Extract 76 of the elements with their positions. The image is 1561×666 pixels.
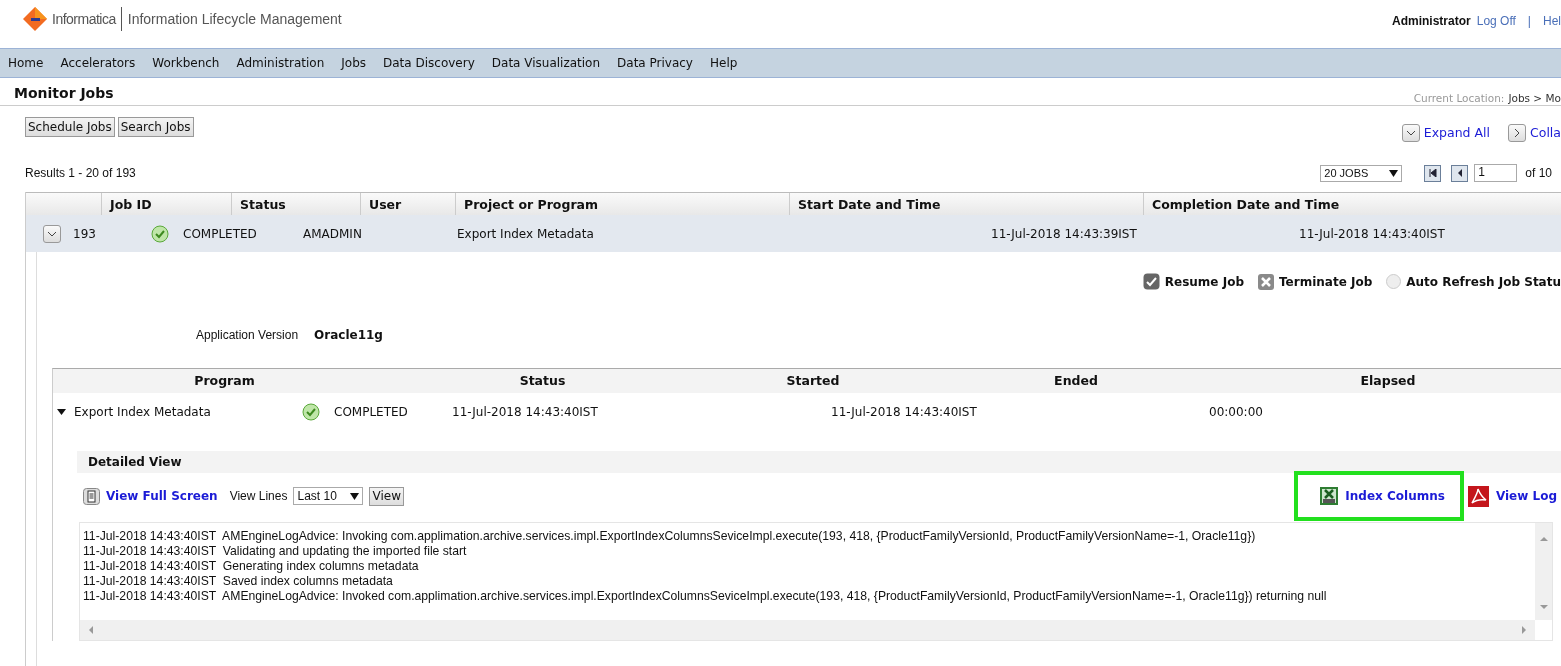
user-name: Administrator xyxy=(1392,14,1471,28)
expand-toggle-icon[interactable] xyxy=(43,224,61,243)
first-page-icon[interactable] xyxy=(1424,164,1442,182)
table-cell-text: COMPLETED xyxy=(183,226,258,241)
log-line: 11-Jul-2018 14:43:40IST Validating and updating the imported file start xyxy=(83,544,467,559)
check-circle-icon xyxy=(302,403,320,421)
view-lines-label: View Lines xyxy=(229,489,288,503)
document-icon[interactable] xyxy=(83,487,100,505)
breadcrumb: Jobs > Mo xyxy=(1508,92,1561,104)
logoff-link[interactable]: Log Off xyxy=(1476,14,1516,28)
location-label: Current Location: xyxy=(1413,92,1505,104)
close-icon[interactable] xyxy=(1258,273,1274,290)
table-cell-text: 11-Jul-2018 14:43:40IST xyxy=(831,405,978,419)
chevron-down-icon[interactable] xyxy=(1401,123,1420,142)
log-line: 11-Jul-2018 14:43:40IST Generating index columns metadata xyxy=(83,559,419,574)
results-summary: Results 1 - 20 of 193 xyxy=(25,166,136,180)
job-row[interactable]: 193 COMPLETED AMADMIN Export Index Metadata 11-Jul-2018 14:43:39IST 11-Jul-2018 14:43:40IST xyxy=(26,215,1561,252)
pdf-icon xyxy=(1467,485,1489,507)
menu-item[interactable]: Jobs xyxy=(341,56,366,70)
toolbar-button[interactable]: Schedule Jobs xyxy=(25,117,115,137)
column-header: Elapsed xyxy=(1359,372,1417,390)
table-cell-text: Export Index Metadata xyxy=(74,405,212,419)
chevron-right-icon[interactable] xyxy=(1508,123,1526,142)
column-header: Status xyxy=(518,372,567,390)
spreadsheet-icon xyxy=(1320,487,1339,505)
expand-all-link[interactable]: Expand All xyxy=(1423,125,1490,140)
application-version-value: Oracle11g xyxy=(314,328,383,342)
dropdown-arrow-icon[interactable] xyxy=(1389,169,1399,177)
collapse-all-link[interactable]: Colla xyxy=(1530,125,1561,140)
column-header: Program xyxy=(193,372,256,390)
help-link[interactable]: Hel xyxy=(1543,14,1561,28)
terminate-job-label[interactable]: Terminate Job xyxy=(1279,274,1373,289)
table-cell-text: 193 xyxy=(73,226,97,241)
log-line: 11-Jul-2018 14:43:40IST AMEngineLogAdvice: Invoked com.applimation.archive.services.impl.ExportIndexColumnsSeviceImpl.execute(193, 418, {ProductFamilyVersionId, ProductFamilyVersionName=-1, Oracle11g}) returning null xyxy=(83,589,1327,604)
table-cell-text: 11-Jul-2018 14:43:40IST xyxy=(452,405,599,419)
menu-item[interactable]: Help xyxy=(709,56,738,70)
menu-item[interactable]: Data Privacy xyxy=(617,56,693,70)
toolbar-button[interactable]: Search Jobs xyxy=(117,117,194,137)
menu-item[interactable]: Data Visualization xyxy=(491,56,601,70)
auto-refresh-label[interactable]: Auto Refresh Job Statu xyxy=(1406,274,1561,289)
check-icon[interactable] xyxy=(1142,273,1160,290)
table-cell-text: 11-Jul-2018 14:43:40IST xyxy=(1299,226,1446,241)
dropdown-arrow-icon[interactable] xyxy=(350,492,360,500)
auto-refresh-radio[interactable] xyxy=(1386,274,1402,289)
table-cell-text: AMADMIN xyxy=(303,226,363,241)
view-button[interactable]: View xyxy=(369,486,404,506)
view-full-screen-link[interactable]: View Full Screen xyxy=(106,489,218,503)
brand-name: Informatica xyxy=(52,7,122,31)
application-version-label: Application Version xyxy=(196,328,299,342)
menu-item[interactable]: Workbench xyxy=(152,56,220,70)
previous-page-icon[interactable] xyxy=(1451,164,1469,182)
logo-icon xyxy=(22,6,48,32)
page-size-select[interactable]: 20 JOBS xyxy=(1320,164,1403,182)
download-link[interactable]: Index Columns xyxy=(1294,471,1464,521)
download-link[interactable]: View Log xyxy=(1467,485,1557,507)
check-circle-icon xyxy=(151,224,169,243)
column-header: Started xyxy=(785,372,841,390)
table-cell-text: 00:00:00 xyxy=(1209,405,1264,419)
column-header: Ended xyxy=(1053,372,1099,390)
product-name: Information Lifecycle Management xyxy=(126,11,342,27)
separator: | xyxy=(1526,14,1532,28)
menu-item[interactable]: Home xyxy=(8,56,44,70)
table-cell-text: Export Index Metadata xyxy=(457,226,595,241)
table-cell-text: 11-Jul-2018 14:43:39IST xyxy=(991,226,1138,241)
detailed-view-title: Detailed View xyxy=(88,455,182,469)
menu-item[interactable]: Data Discovery xyxy=(383,56,475,70)
view-lines-select[interactable]: Last 10 xyxy=(293,487,364,505)
resume-job-label[interactable]: Resume Job xyxy=(1164,274,1244,289)
log-line: 11-Jul-2018 14:43:40IST Saved index columns metadata xyxy=(83,574,393,589)
page-count: of 10 xyxy=(1525,166,1552,180)
menu-item[interactable]: Administration xyxy=(236,56,325,70)
menu-item[interactable]: Accelerators xyxy=(60,56,136,70)
table-cell-text: COMPLETED xyxy=(334,405,409,419)
log-line: 11-Jul-2018 14:43:40IST AMEngineLogAdvice: Invoking com.applimation.archive.services.impl.ExportIndexColumnsSeviceImpl.execute(193, 418, {ProductFamilyVersionId, ProductFamilyVersionName=-1, Oracle11g}) xyxy=(83,529,1256,544)
page-number-field[interactable]: 1 xyxy=(1474,164,1518,182)
page-title: Monitor Jobs xyxy=(14,85,114,103)
